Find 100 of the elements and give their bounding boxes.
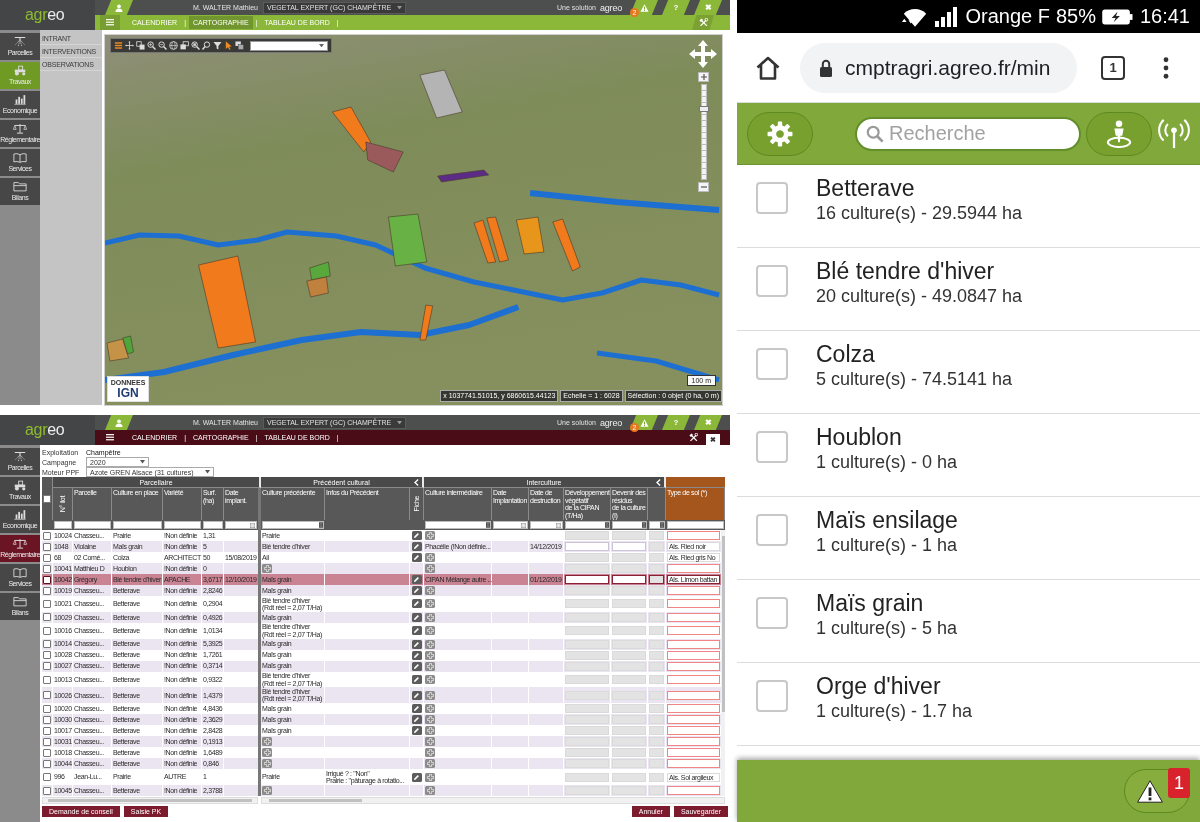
parcel-shape[interactable] [437,169,490,183]
input-field[interactable] [667,586,720,595]
filter-field[interactable] [74,521,111,529]
row-checkbox[interactable] [43,691,51,700]
add-button[interactable] [425,586,435,595]
windows-icon[interactable] [235,41,244,50]
edit-button[interactable] [411,626,422,636]
pan-icon[interactable] [125,41,134,50]
parcel-shape[interactable] [122,335,134,355]
chevron-left-icon[interactable] [414,479,419,486]
add-button[interactable] [425,675,435,685]
add-button[interactable] [425,715,435,725]
input-field[interactable] [667,650,720,660]
calendar-icon[interactable] [556,522,561,528]
row-checkbox[interactable] [43,542,51,551]
add-button[interactable] [425,726,435,736]
add-button[interactable] [425,661,435,671]
row-checkbox[interactable] [43,704,51,713]
filter-menu-icon[interactable] [486,522,490,528]
zoom-box-icon[interactable] [191,41,200,50]
add-button[interactable] [425,599,435,609]
layer-select[interactable] [250,40,328,51]
row-checkbox[interactable] [43,773,51,782]
tab-count-button[interactable]: 1 [1101,55,1125,80]
select-all-checkbox[interactable] [43,494,51,503]
filter-field[interactable] [203,521,223,529]
user-button[interactable] [105,415,133,430]
filter-menu-icon[interactable] [660,522,664,528]
add-button[interactable] [262,759,272,769]
add-button[interactable] [425,786,435,796]
zoom-out-icon[interactable] [158,41,167,50]
row-checkbox[interactable] [43,626,51,635]
horizontal-scrollbar[interactable] [261,797,725,805]
add-button[interactable] [262,737,272,747]
add-button[interactable] [425,564,435,573]
row-checkbox[interactable] [43,651,51,660]
zoom-out-button[interactable] [698,182,709,192]
input-field[interactable] [667,626,720,636]
filter-icon[interactable] [213,41,222,50]
stack-icon[interactable] [180,41,189,50]
row-checkbox[interactable] [43,748,51,757]
edit-button[interactable] [411,639,422,649]
edit-button[interactable] [411,772,422,782]
filter-field[interactable] [225,521,257,529]
settings-button[interactable] [747,111,813,156]
input-field[interactable] [667,639,720,649]
edit-button[interactable] [411,704,422,714]
row-checkbox[interactable] [43,586,51,595]
edit-button[interactable] [411,650,422,660]
input-field[interactable] [667,759,720,769]
row-checkbox[interactable] [43,640,51,649]
crop-checkbox[interactable] [756,597,788,629]
calendar-icon[interactable] [250,522,255,528]
add-button[interactable] [425,626,435,636]
parcel-shape[interactable] [388,213,428,267]
add-button[interactable] [262,786,272,796]
row-checkbox[interactable] [43,531,51,540]
input-field[interactable] [667,661,720,671]
filter-menu-icon[interactable] [642,522,646,528]
input-field[interactable] [612,575,646,584]
filter-field[interactable] [530,521,563,529]
row-checkbox[interactable] [43,553,51,562]
add-button[interactable] [425,639,435,649]
edit-button[interactable] [411,675,422,685]
edit-button[interactable] [411,586,422,595]
edit-button[interactable] [411,715,422,725]
edit-button[interactable] [411,599,422,609]
more-icon[interactable] [1163,56,1169,79]
row-checkbox[interactable] [43,613,51,622]
input-field[interactable] [667,612,720,622]
add-button[interactable] [262,748,272,758]
crop-checkbox[interactable] [756,680,788,712]
parcel-shape[interactable] [106,338,129,362]
input-field[interactable] [667,675,720,685]
home-icon[interactable] [755,54,781,81]
filter-field[interactable] [54,521,72,529]
edit-button[interactable] [411,690,422,700]
add-button[interactable] [425,759,435,769]
filter-field[interactable] [649,521,665,529]
edit-button[interactable] [411,726,422,736]
edit-button[interactable] [411,531,422,540]
zoom-in-icon[interactable] [147,41,156,50]
row-checkbox[interactable] [43,575,51,584]
add-button[interactable] [262,564,272,573]
calendar-icon[interactable] [521,522,526,528]
scrollbar-thumb[interactable] [721,536,725,712]
add-button[interactable] [425,650,435,660]
input-field[interactable] [667,690,720,700]
crop-checkbox[interactable] [756,348,788,380]
edit-button[interactable] [411,542,422,551]
parcel-shape[interactable] [486,216,509,263]
row-checkbox[interactable] [43,715,51,724]
edit-button[interactable] [411,553,422,562]
filter-field[interactable] [565,521,610,529]
input-field[interactable] [667,704,720,714]
zoom-in-button[interactable] [698,72,709,82]
address-bar[interactable]: cmptragri.agreo.fr/min [800,42,1077,93]
input-field[interactable] [565,575,609,584]
filter-menu-icon[interactable] [319,522,323,528]
parcel-shape[interactable] [309,261,331,281]
